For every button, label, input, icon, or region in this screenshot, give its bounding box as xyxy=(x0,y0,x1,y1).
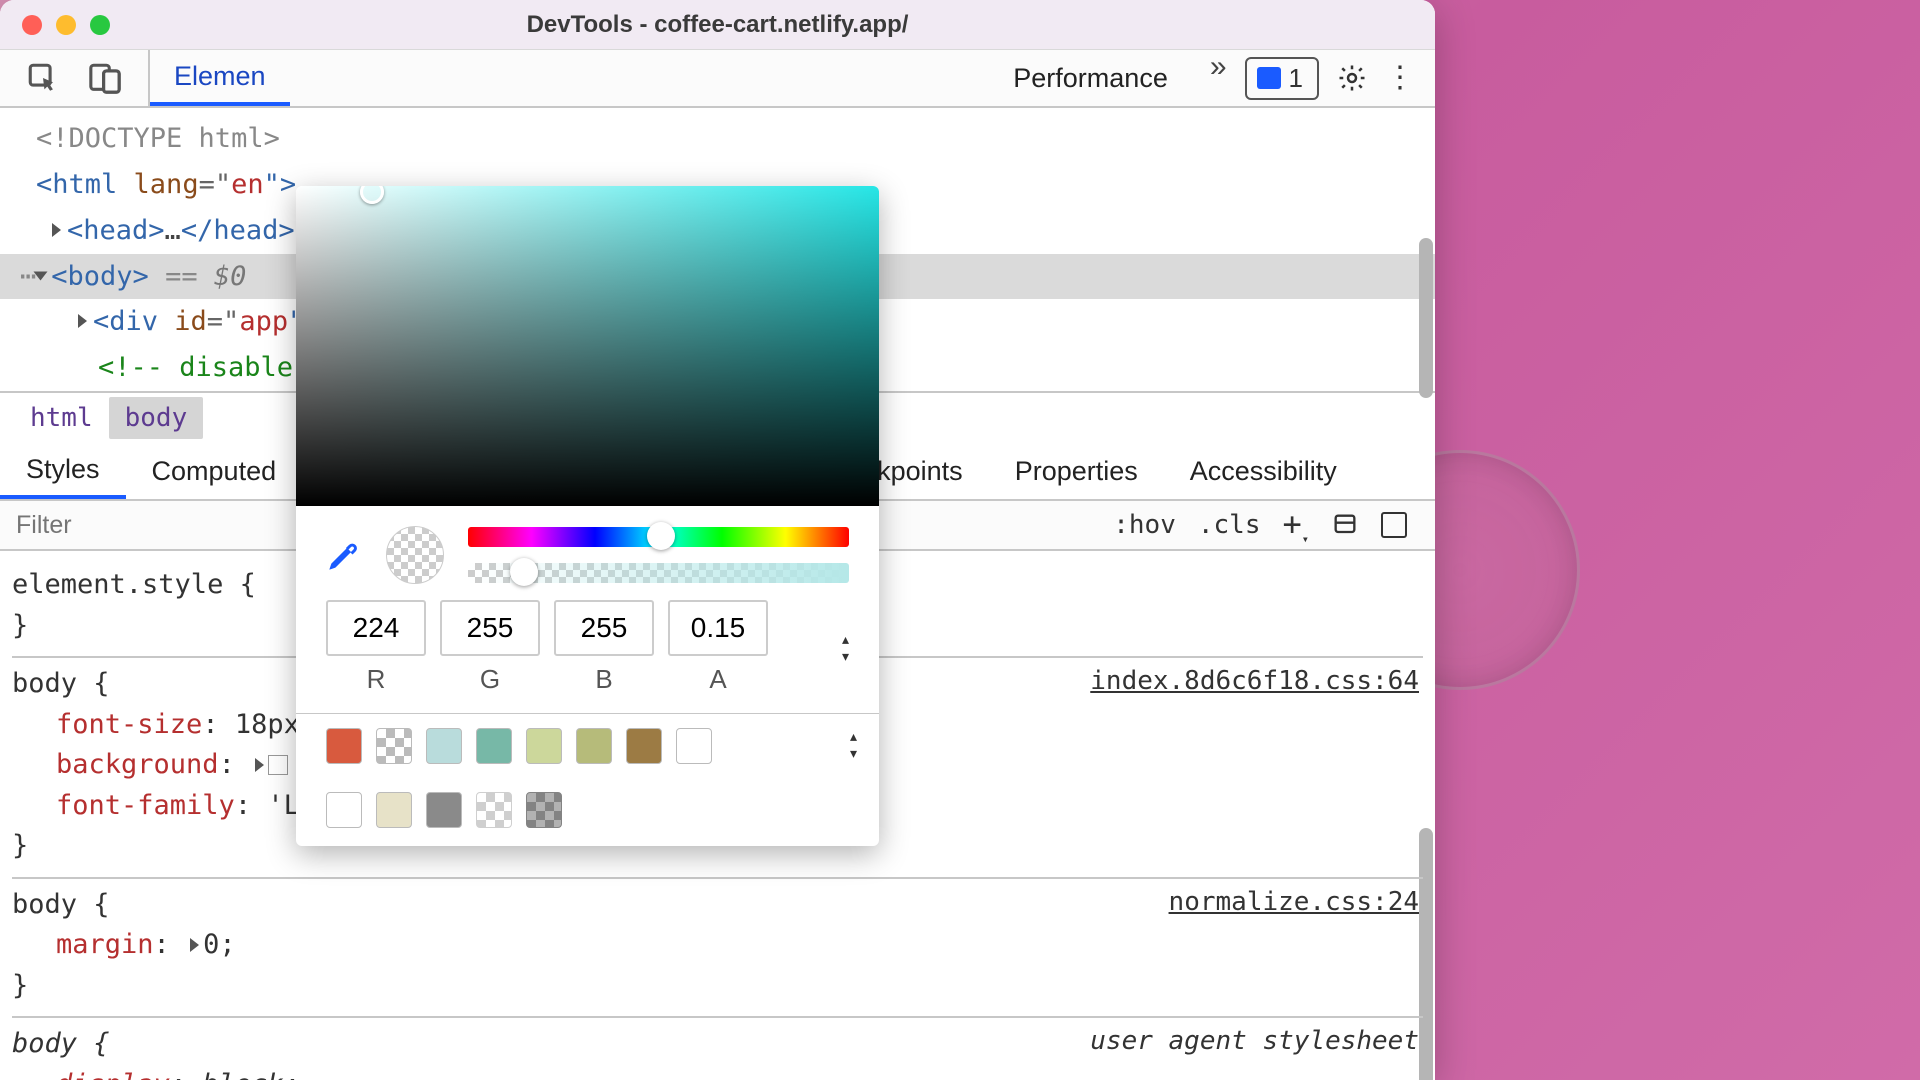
swatch[interactable] xyxy=(326,792,362,828)
source-link[interactable]: index.8d6c6f18.css:64 xyxy=(1090,662,1419,701)
paintbucket-icon[interactable] xyxy=(1331,511,1359,539)
saturation-value-field[interactable] xyxy=(296,186,879,506)
sv-handle[interactable] xyxy=(360,186,384,204)
issues-icon xyxy=(1257,67,1281,89)
rule-body-ua[interactable]: user agent stylesheet body { display: bl… xyxy=(12,1018,1423,1080)
minimize-window-button[interactable] xyxy=(56,15,76,35)
subtab-properties[interactable]: Properties xyxy=(989,443,1164,499)
subtab-accessibility[interactable]: Accessibility xyxy=(1164,443,1363,499)
r-label: R xyxy=(367,664,386,695)
traffic-lights xyxy=(22,15,110,35)
expand-shorthand-icon[interactable] xyxy=(255,758,264,772)
color-mode-toggle[interactable]: ▴▾ xyxy=(842,631,849,665)
settings-icon[interactable] xyxy=(1337,63,1367,93)
expand-shorthand-icon[interactable] xyxy=(190,938,199,952)
subtab-styles[interactable]: Styles xyxy=(0,443,126,499)
hue-slider[interactable] xyxy=(468,527,849,547)
a-label: A xyxy=(709,664,726,695)
tabs-overflow-button[interactable]: » xyxy=(1192,50,1245,106)
eyedropper-icon[interactable] xyxy=(326,537,362,573)
alpha-handle[interactable] xyxy=(510,558,538,586)
hover-toggle[interactable]: :hov xyxy=(1113,510,1176,540)
tab-performance[interactable]: Performance xyxy=(989,50,1192,106)
more-icon[interactable]: ⋮ xyxy=(1385,72,1415,84)
new-rule-button[interactable]: +▾ xyxy=(1283,505,1310,546)
collapse-icon[interactable] xyxy=(34,271,48,280)
swatch[interactable] xyxy=(526,792,562,828)
alpha-slider[interactable] xyxy=(468,563,849,583)
r-input[interactable] xyxy=(326,600,426,656)
tab-elements[interactable]: Elemen xyxy=(150,50,290,106)
hue-handle[interactable] xyxy=(647,522,675,550)
inspect-icon[interactable] xyxy=(26,61,60,95)
current-color-preview xyxy=(386,526,444,584)
window-title: DevTools - coffee-cart.netlify.app/ xyxy=(527,11,909,39)
titlebar: DevTools - coffee-cart.netlify.app/ xyxy=(0,0,1435,50)
a-input[interactable] xyxy=(668,600,768,656)
swatch[interactable] xyxy=(376,792,412,828)
swatch[interactable] xyxy=(626,728,662,764)
swatches-palette: ▴▾ xyxy=(296,713,879,846)
issues-count: 1 xyxy=(1289,63,1303,94)
maximize-window-button[interactable] xyxy=(90,15,110,35)
swatch[interactable] xyxy=(676,728,712,764)
rule-body-normalize[interactable]: normalize.css:24 body { margin: 0; } xyxy=(12,879,1423,1019)
main-area: <!DOCTYPE html> <html lang="en"> <head>…… xyxy=(0,108,1435,1080)
source-link[interactable]: normalize.css:24 xyxy=(1169,883,1419,922)
subtab-breakpoints[interactable]: akpoints xyxy=(862,443,989,499)
subtab-computed[interactable]: Computed xyxy=(126,443,303,499)
swatch[interactable] xyxy=(326,728,362,764)
cls-toggle[interactable]: .cls xyxy=(1198,510,1261,540)
g-input[interactable] xyxy=(440,600,540,656)
crumb-html[interactable]: html xyxy=(14,397,109,439)
g-label: G xyxy=(480,664,500,695)
swatch[interactable] xyxy=(426,728,462,764)
dom-scrollbar[interactable] xyxy=(1419,238,1433,398)
source-ua-label: user agent stylesheet xyxy=(1090,1022,1419,1061)
issues-badge[interactable]: 1 xyxy=(1245,57,1319,100)
devtools-window: DevTools - coffee-cart.netlify.app/ Elem… xyxy=(0,0,1435,1080)
crumb-body[interactable]: body xyxy=(109,397,204,439)
swatch[interactable] xyxy=(476,792,512,828)
dom-doctype: <!DOCTYPE html> xyxy=(36,123,280,154)
swatch[interactable] xyxy=(576,728,612,764)
swatch[interactable] xyxy=(426,792,462,828)
expand-icon[interactable] xyxy=(52,223,61,237)
swatch[interactable] xyxy=(376,728,412,764)
swatch[interactable] xyxy=(476,728,512,764)
device-toggle-icon[interactable] xyxy=(88,61,122,95)
swatches-toggle[interactable]: ▴▾ xyxy=(850,728,857,762)
expand-icon[interactable] xyxy=(78,314,87,328)
main-tabbar: Elemen Performance » 1 ⋮ xyxy=(0,50,1435,108)
computed-toggle-icon[interactable] xyxy=(1381,512,1407,538)
color-swatch-icon[interactable] xyxy=(268,755,288,775)
b-input[interactable] xyxy=(554,600,654,656)
close-window-button[interactable] xyxy=(22,15,42,35)
b-label: B xyxy=(595,664,612,695)
swatch[interactable] xyxy=(526,728,562,764)
color-picker: R G B A ▴▾ ▴▾ xyxy=(296,186,879,846)
